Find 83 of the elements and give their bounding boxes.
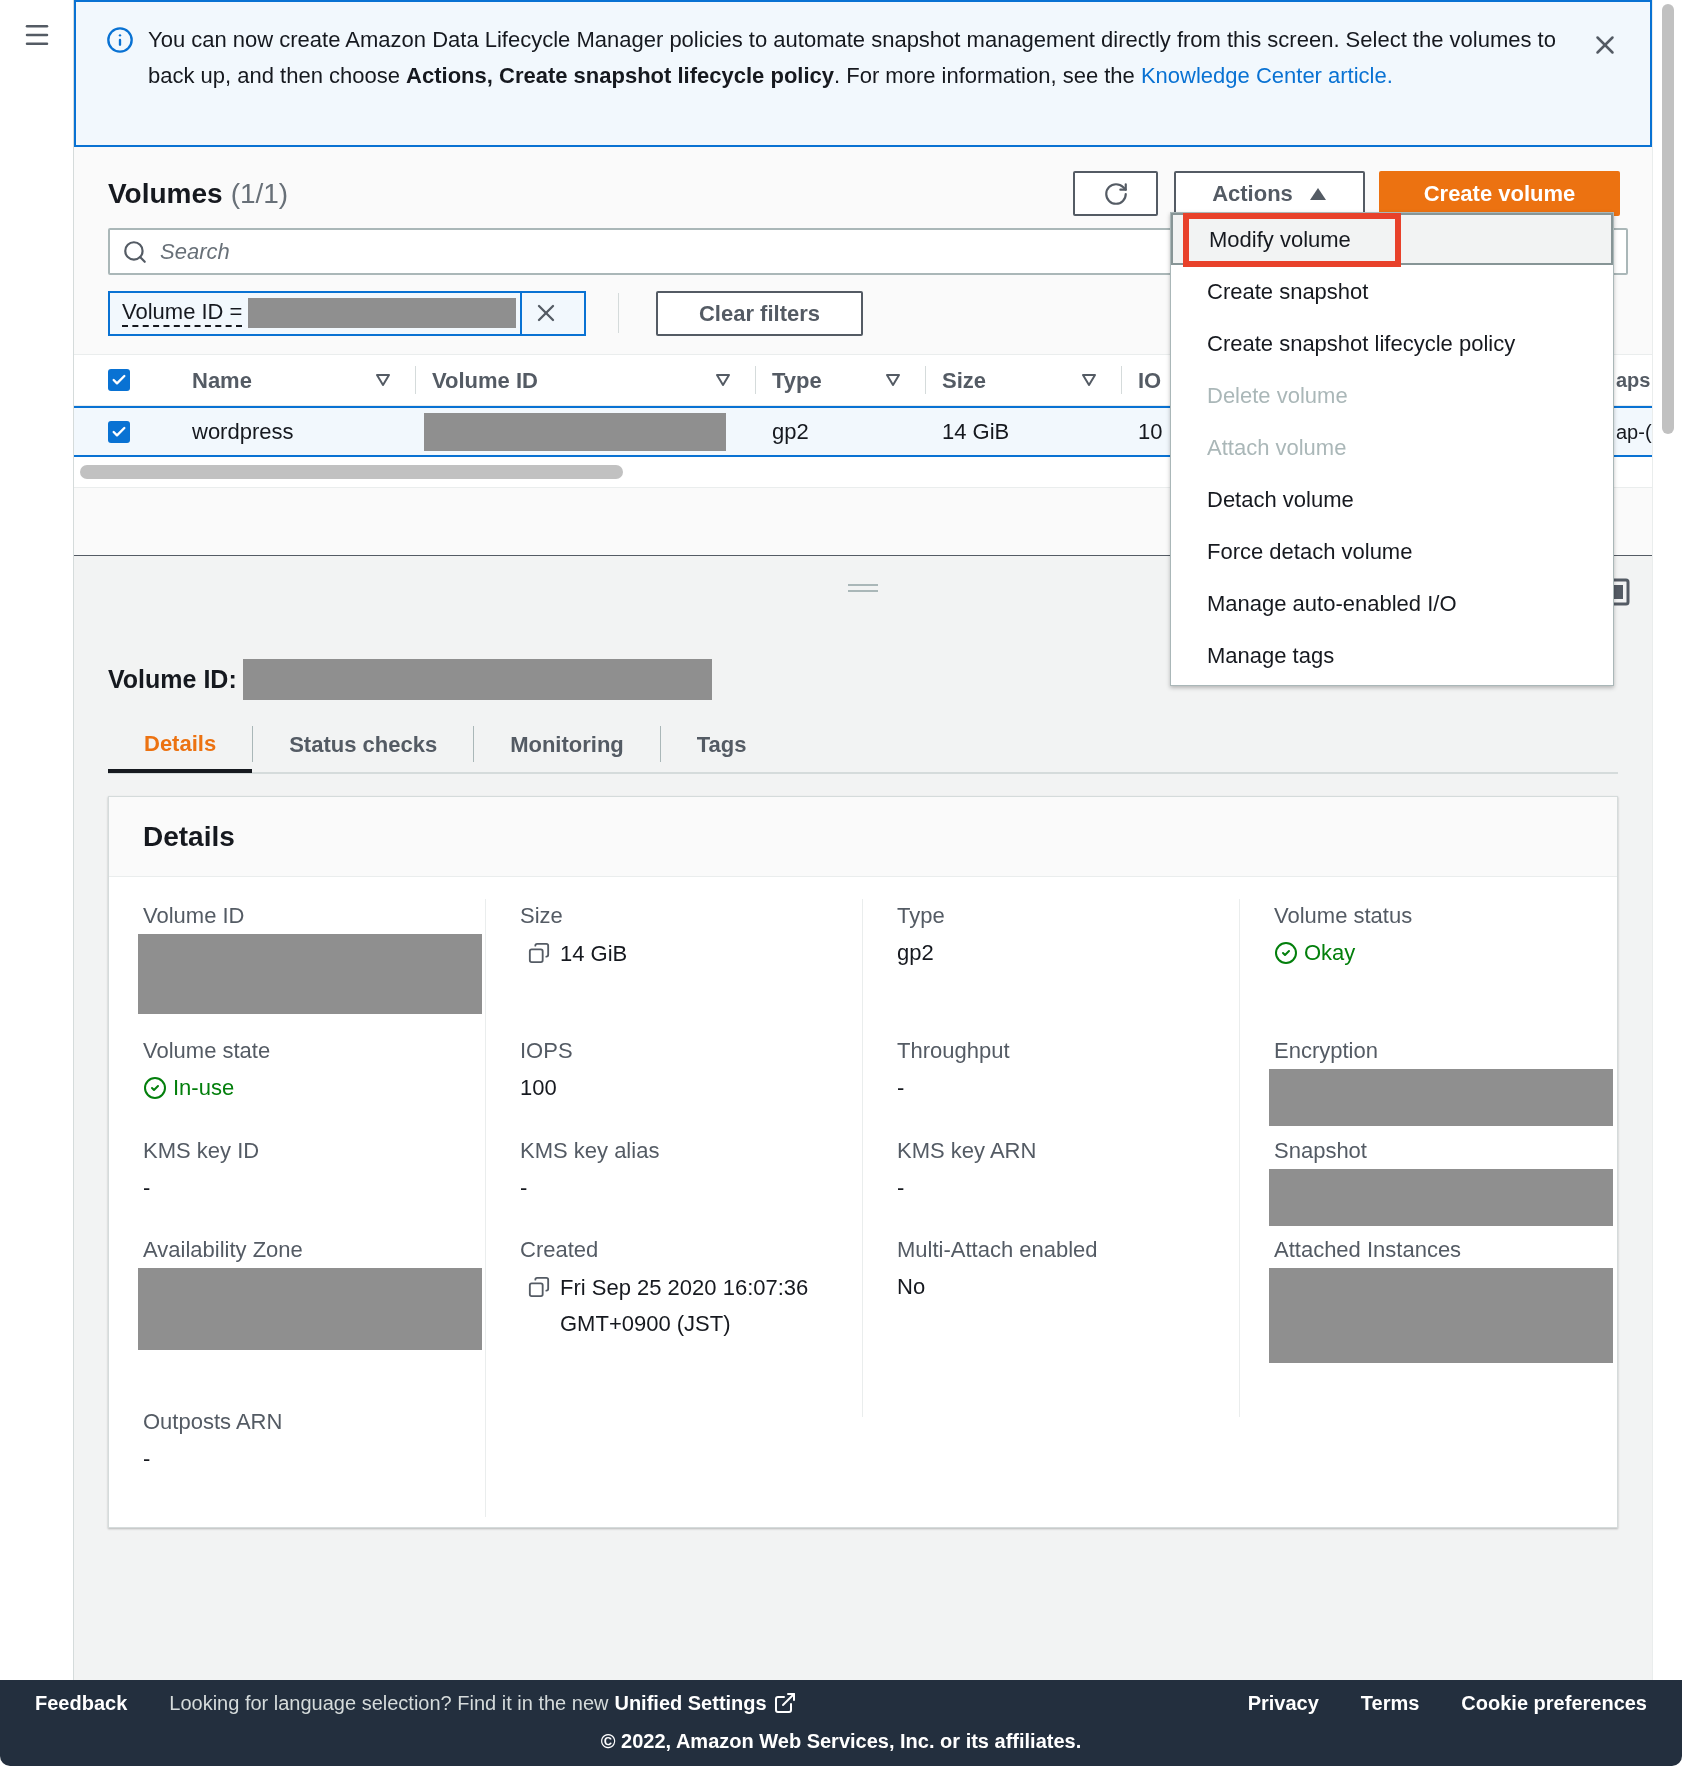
detail-heading: Volume ID: <box>108 663 237 695</box>
sort-filter-icon[interactable] <box>1081 374 1097 386</box>
search-icon <box>122 238 148 265</box>
tab[interactable]: Status checks <box>253 716 474 772</box>
field-label: Volume state <box>143 1037 272 1065</box>
table-cell-text: wordpress <box>192 418 294 446</box>
clear-filters-button[interactable]: Clear filters <box>656 290 863 336</box>
field-label: Attached Instances <box>1274 1236 1463 1264</box>
column-header[interactable]: Type <box>772 363 822 397</box>
tab[interactable]: Monitoring <box>474 716 660 772</box>
column-header[interactable]: aps <box>1616 365 1651 395</box>
status-value: In-use <box>173 1074 235 1102</box>
sort-filter-icon[interactable] <box>715 374 731 386</box>
field-value: 14 GiB <box>560 940 628 968</box>
menu-item[interactable]: Modify volume <box>1171 213 1613 265</box>
menu-item[interactable]: Create snapshot lifecycle policy <box>1171 317 1613 369</box>
external-link-icon <box>772 1691 797 1715</box>
field-label: Volume status <box>1274 902 1414 930</box>
column-header[interactable]: Name <box>192 363 252 397</box>
feedback-link[interactable]: Feedback <box>35 1688 128 1718</box>
field-label: Volume ID <box>143 902 246 930</box>
field-label: IOPS <box>520 1037 574 1065</box>
status-value: Okay <box>1304 939 1356 967</box>
banner-message: You can now create Amazon Data Lifecycle Manager policies to automate snapshot management directly from this screen. Select the volumes to back up, and then choose Actions, Create snapshot lifecycle policy. For more information, see the Knowledge Center article. <box>148 26 1557 90</box>
field-label: Multi-Attach enabled <box>897 1236 1099 1264</box>
sort-filter-icon[interactable] <box>375 374 391 386</box>
field-label: KMS key ARN <box>897 1137 1038 1165</box>
field-value: gp2 <box>897 939 935 967</box>
field-label: Encryption <box>1274 1037 1379 1065</box>
knowledge-center-link[interactable]: Knowledge Center article. <box>1140 63 1393 88</box>
caret-up-icon <box>1308 186 1327 201</box>
field-value: - <box>897 1074 906 1102</box>
field-value: - <box>897 1174 906 1202</box>
info-icon <box>106 26 134 54</box>
copy-icon[interactable] <box>528 942 550 964</box>
menu-item[interactable]: Detach volume <box>1171 473 1613 525</box>
footer-link[interactable]: Privacy <box>1247 1688 1319 1718</box>
unified-settings-link[interactable]: Unified Settings <box>614 1688 767 1718</box>
table-cell-text: 10 <box>1138 418 1163 446</box>
field-label: Type <box>897 902 946 930</box>
field-label: KMS key ID <box>143 1137 261 1165</box>
table-cell-text: 14 GiB <box>942 418 1010 446</box>
field-label: Outposts ARN <box>143 1408 284 1436</box>
tab[interactable]: Tags <box>660 716 783 772</box>
field-value: - <box>143 1174 152 1202</box>
field-value: No <box>897 1273 927 1301</box>
copy-icon[interactable] <box>528 1276 550 1298</box>
field-label: Size <box>520 902 564 930</box>
footer-link[interactable]: Cookie preferences <box>1461 1688 1647 1718</box>
footer-link[interactable]: Terms <box>1360 1688 1420 1718</box>
success-icon <box>143 1075 167 1100</box>
field-label: Created <box>520 1236 600 1264</box>
checkbox[interactable] <box>108 420 130 443</box>
volume-count: (1/1) <box>230 176 289 211</box>
sort-filter-icon[interactable] <box>885 374 901 386</box>
field-label: Snapshot <box>1274 1137 1368 1165</box>
filter-token[interactable]: Volume ID = <box>108 290 586 336</box>
volumes-heading: Volumes <box>108 176 223 211</box>
menu-item[interactable]: Manage tags <box>1171 629 1613 681</box>
resize-handle[interactable] <box>848 584 878 592</box>
language-note: Looking for language selection? Find it in the new <box>169 1691 609 1716</box>
field-label: KMS key alias <box>520 1137 661 1165</box>
checkbox[interactable] <box>108 369 130 391</box>
card-title: Details <box>143 819 235 854</box>
table-cell-text: gp2 <box>772 418 809 446</box>
menu-item[interactable]: Force detach volume <box>1171 525 1613 577</box>
field-value: Fri Sep 25 2020 16:07:36 GMT+0900 (JST) <box>560 1274 810 1338</box>
field-value: - <box>143 1445 152 1473</box>
field-value: 100 <box>520 1074 558 1102</box>
field-label: Availability Zone <box>143 1236 304 1264</box>
field-value: - <box>520 1174 529 1202</box>
refresh-icon <box>1102 180 1129 207</box>
field-label: Throughput <box>897 1037 1011 1065</box>
horizontal-scrollbar[interactable] <box>80 465 623 479</box>
success-icon <box>1274 940 1298 965</box>
column-header[interactable]: Volume ID <box>432 363 538 397</box>
column-header[interactable]: Size <box>942 363 987 397</box>
column-header[interactable]: IO <box>1138 363 1162 397</box>
menu-item[interactable]: Manage auto-enabled I/O <box>1171 577 1613 629</box>
vertical-scrollbar[interactable] <box>1661 4 1674 434</box>
copyright: © 2022, Amazon Web Services, Inc. or its affiliates. <box>599 1729 1083 1754</box>
refresh-button[interactable] <box>1073 171 1158 216</box>
table-cell-text: ap-( <box>1616 419 1652 445</box>
